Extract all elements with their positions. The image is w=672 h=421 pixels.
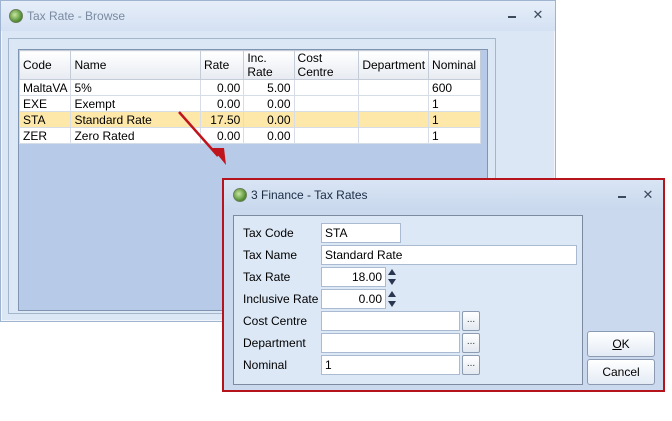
cell-inc-rate: 5.00: [243, 79, 295, 96]
tax-rate-field[interactable]: 18.00: [321, 267, 386, 287]
column-header-rate[interactable]: Rate: [199, 50, 245, 80]
cell-nominal: 1: [428, 127, 481, 144]
cell-nominal: 1: [428, 95, 481, 112]
cost-centre-lookup-button[interactable]: ...: [462, 311, 480, 331]
cell-cost-centre: [293, 95, 360, 112]
cell-department: [358, 111, 430, 128]
cell-code: ZER: [18, 127, 72, 144]
nominal-row: Nominal 1 ...: [243, 355, 581, 377]
tax-rates-dialog: 3 Finance - Tax Rates ✕ Tax Code STA Tax…: [222, 178, 665, 392]
dialog-title: 3 Finance - Tax Rates: [251, 188, 368, 202]
tax-code-label: Tax Code: [243, 226, 294, 240]
tax-code-field[interactable]: STA: [321, 223, 401, 243]
department-label: Department: [243, 336, 306, 350]
table-row-selected[interactable]: STA Standard Rate 17.50 0.00 1: [18, 111, 481, 128]
app-globe-icon: [233, 188, 247, 202]
spin-down-icon[interactable]: [388, 279, 396, 285]
cost-centre-row: Cost Centre ...: [243, 311, 581, 333]
nominal-field[interactable]: 1: [321, 355, 460, 375]
table-row[interactable]: ZER Zero Rated 0.00 0.00 1: [18, 127, 481, 144]
close-icon[interactable]: ✕: [641, 188, 655, 202]
column-header-nominal[interactable]: Nominal: [428, 50, 481, 80]
inclusive-rate-row: Inclusive Rate 0.00: [243, 289, 581, 311]
minimize-icon[interactable]: [615, 188, 629, 202]
ok-label: K: [621, 337, 630, 351]
column-header-name[interactable]: Name: [70, 50, 201, 80]
nominal-lookup-button[interactable]: ...: [462, 355, 480, 375]
inclusive-rate-field[interactable]: 0.00: [321, 289, 386, 309]
cell-inc-rate: 0.00: [243, 127, 295, 144]
column-header-department[interactable]: Department: [358, 50, 430, 80]
table-row[interactable]: MaltaVA 5% 0.00 5.00 600: [18, 79, 481, 96]
minimize-icon[interactable]: [505, 8, 519, 22]
cell-code: EXE: [18, 95, 72, 112]
column-header-code[interactable]: Code: [18, 50, 72, 80]
spin-down-icon[interactable]: [388, 301, 396, 307]
department-lookup-button[interactable]: ...: [462, 333, 480, 353]
table-header-row: Code Name Rate Inc. Rate Cost Centre Dep…: [18, 50, 481, 80]
cost-centre-label: Cost Centre: [243, 314, 308, 328]
tax-rate-row: Tax Rate 18.00: [243, 267, 581, 289]
inclusive-rate-spinner: [387, 290, 397, 308]
browse-window-buttons: ✕: [505, 8, 545, 22]
dialog-titlebar[interactable]: 3 Finance - Tax Rates ✕: [224, 180, 663, 210]
nominal-label: Nominal: [243, 358, 288, 372]
tax-rate-spinner: [387, 268, 397, 286]
column-header-inc-rate[interactable]: Inc. Rate: [243, 50, 295, 80]
spin-up-icon[interactable]: [388, 269, 396, 275]
department-field[interactable]: [321, 333, 460, 353]
tax-name-row: Tax Name Standard Rate: [243, 245, 581, 267]
browse-titlebar[interactable]: Tax Rate - Browse ✕: [1, 1, 555, 31]
tax-name-label: Tax Name: [243, 248, 298, 262]
cell-cost-centre: [293, 127, 360, 144]
tax-rate-label: Tax Rate: [243, 270, 291, 284]
cell-department: [358, 127, 430, 144]
cell-inc-rate: 0.00: [243, 95, 295, 112]
cell-rate: 0.00: [199, 79, 245, 96]
cost-centre-field[interactable]: [321, 311, 460, 331]
cell-code: STA: [18, 111, 72, 128]
cell-department: [358, 95, 430, 112]
cell-code: MaltaVA: [18, 79, 72, 96]
cell-name: 5%: [70, 79, 201, 96]
dialog-window-buttons: ✕: [615, 188, 655, 202]
cell-cost-centre: [293, 79, 360, 96]
close-icon[interactable]: ✕: [531, 8, 545, 22]
spin-up-icon[interactable]: [388, 291, 396, 297]
arrow-icon: [178, 111, 226, 165]
browse-title: Tax Rate - Browse: [27, 9, 126, 23]
app-globe-icon: [9, 9, 23, 23]
tax-rate-table: Code Name Rate Inc. Rate Cost Centre Dep…: [18, 50, 481, 144]
tax-code-row: Tax Code STA: [243, 223, 581, 245]
cell-nominal: 600: [428, 79, 481, 96]
tax-name-field[interactable]: Standard Rate: [321, 245, 577, 265]
inclusive-rate-label: Inclusive Rate: [243, 292, 319, 306]
cell-nominal: 1: [428, 111, 481, 128]
cell-department: [358, 79, 430, 96]
cell-cost-centre: [293, 111, 360, 128]
department-row: Department ...: [243, 333, 581, 355]
cell-inc-rate: 0.00: [243, 111, 295, 128]
table-row[interactable]: EXE Exempt 0.00 0.00 1: [18, 95, 481, 112]
ok-button[interactable]: OK: [587, 331, 655, 357]
tax-rate-form: Tax Code STA Tax Name Standard Rate Tax …: [233, 215, 583, 385]
cancel-button[interactable]: Cancel: [587, 359, 655, 385]
ok-accelerator: O: [612, 337, 622, 351]
column-header-cost-centre[interactable]: Cost Centre: [293, 50, 360, 80]
